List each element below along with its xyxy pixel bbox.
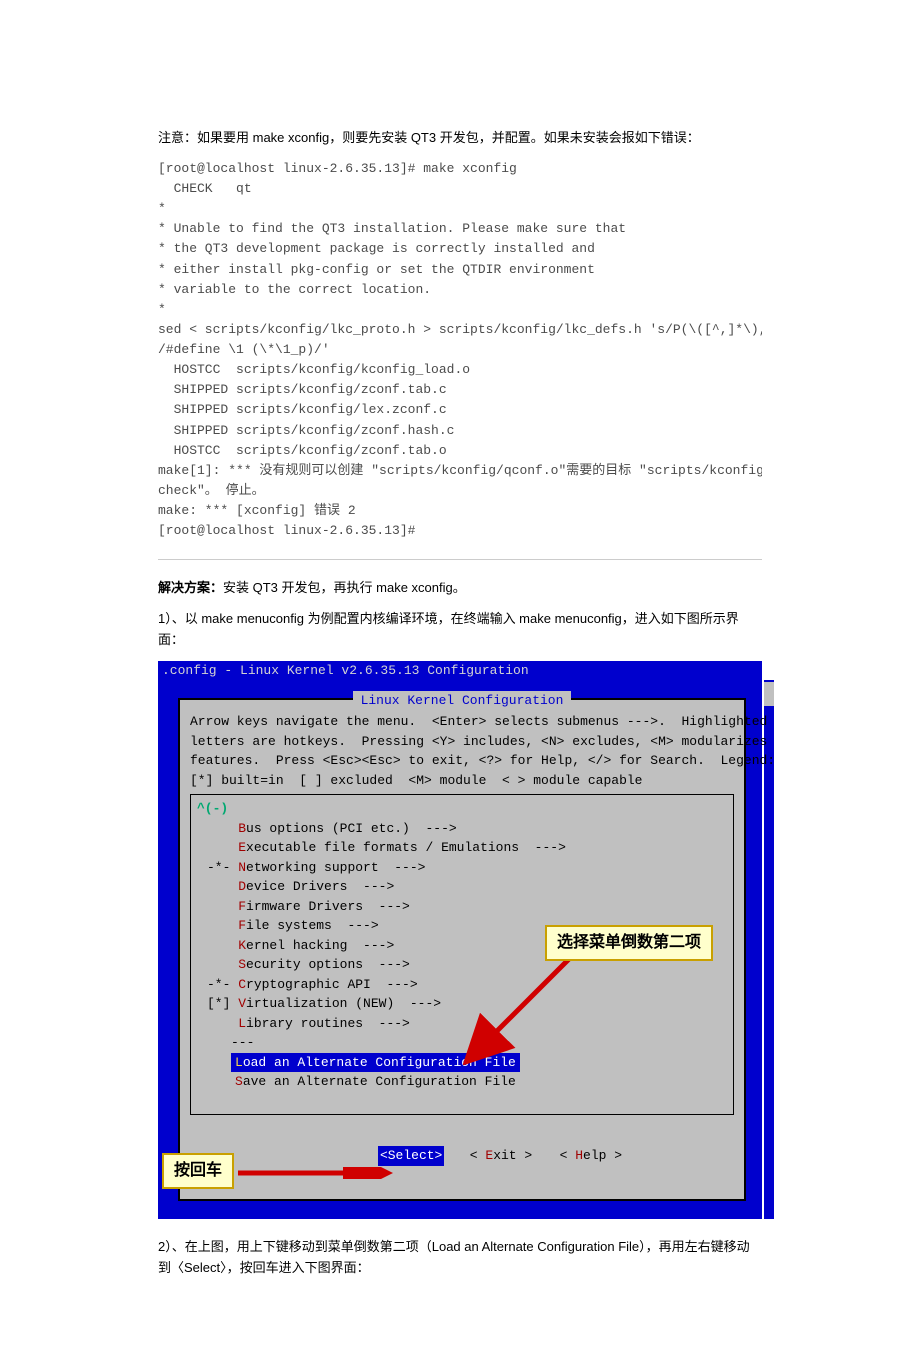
menu-item-save-alternate[interactable]: Save an Alternate Configuration File (235, 1072, 727, 1092)
button-help[interactable]: < Help > (558, 1146, 624, 1166)
step-2: 2）、在上图，用上下键移动到菜单倒数第二项（Load an Alternate … (158, 1237, 762, 1279)
note-line: 注意：如果要用 make xconfig，则要先安装 QT3 开发包，并配置。如… (158, 128, 762, 149)
callout-select-second-last: 选择菜单倒数第二项 (545, 925, 713, 961)
menu-item-load-alternate[interactable]: Load an Alternate Configuration File (231, 1053, 520, 1073)
menu-item[interactable]: Executable file formats / Emulations ---… (207, 838, 727, 858)
solution-line: 解决方案：安装 QT3 开发包，再执行 make xconfig。 (158, 578, 762, 599)
menu-blank: --- (231, 1033, 727, 1053)
terminal-error-output: [root@localhost linux-2.6.35.13]# make x… (158, 159, 762, 542)
menu-item[interactable]: Firmware Drivers ---> (207, 897, 727, 917)
menuconfig-buttons: <Select> < Exit > < Help > (190, 1127, 734, 1186)
menu-item[interactable]: -*- Networking support ---> (207, 858, 727, 878)
menu-item[interactable]: -*- Cryptographic API ---> (207, 975, 727, 995)
menuconfig-screenshot: .config - Linux Kernel v2.6.35.13 Config… (158, 661, 762, 1220)
menu-list: 选择菜单倒数第二项 ^(-) Bus options (PCI etc.) --… (190, 794, 734, 1115)
menuconfig-titlebar: .config - Linux Kernel v2.6.35.13 Config… (158, 661, 762, 680)
callout-press-enter: 按回车 (162, 1153, 234, 1189)
solution-label: 解决方案： (158, 580, 223, 595)
button-select[interactable]: <Select> (378, 1146, 444, 1166)
menuconfig-instructions: Arrow keys navigate the menu. <Enter> se… (190, 712, 734, 790)
menuconfig-box-title: Linux Kernel Configuration (353, 691, 572, 711)
menu-item[interactable]: Library routines ---> (207, 1014, 727, 1034)
menu-item[interactable]: Device Drivers ---> (207, 877, 727, 897)
menu-item[interactable]: [*] Virtualization (NEW) ---> (207, 994, 727, 1014)
button-exit[interactable]: < Exit > (468, 1146, 534, 1166)
menu-item[interactable]: Bus options (PCI etc.) ---> (207, 819, 727, 839)
menuconfig-box: Linux Kernel Configuration Arrow keys na… (178, 698, 746, 1202)
step-1: 1）、以 make menuconfig 为例配置内核编译环境，在终端输入 ma… (158, 609, 762, 651)
divider (158, 559, 762, 560)
solution-text: 安装 QT3 开发包，再执行 make xconfig。 (223, 580, 466, 595)
menu-top-indicator: ^(-) (197, 799, 727, 819)
